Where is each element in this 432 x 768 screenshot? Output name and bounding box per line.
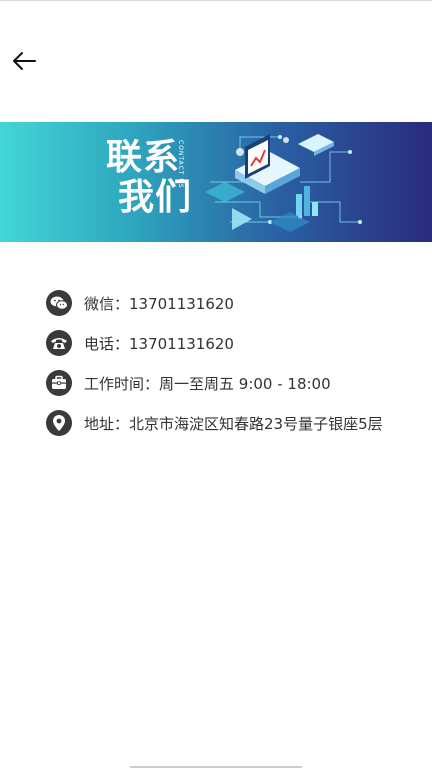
contact-info-list: 微信：13701131620 电话：13701131620 工作时间：周一至周五…	[46, 283, 426, 443]
contact-item-phone: 电话：13701131620	[46, 323, 426, 363]
phone-text: 电话：13701131620	[84, 334, 234, 353]
back-button[interactable]	[8, 45, 40, 77]
contact-item-hours: 工作时间：周一至周五 9:00 - 18:00	[46, 363, 426, 403]
arrow-left-icon	[13, 52, 36, 70]
wechat-icon	[46, 290, 72, 316]
banner-illustration	[205, 134, 362, 232]
hours-text: 工作时间：周一至周五 9:00 - 18:00	[84, 374, 331, 393]
address-text: 地址：北京市海淀区知春路23号量子银座5层	[84, 414, 383, 433]
banner-subtitle: CONTACT US	[177, 140, 184, 189]
contact-us-screen: 联系 我们 CONTACT US 微信：13701131620 电话：13701…	[0, 0, 432, 768]
contact-banner: 联系 我们 CONTACT US	[0, 122, 432, 242]
wechat-text: 微信：13701131620	[84, 294, 234, 313]
phone-icon	[46, 330, 72, 356]
banner-title-line1: 联系	[106, 137, 181, 178]
contact-item-address: 地址：北京市海淀区知春路23号量子银座5层	[46, 403, 426, 443]
location-pin-icon	[46, 410, 72, 436]
briefcase-icon	[46, 370, 72, 396]
contact-item-wechat: 微信：13701131620	[46, 283, 426, 323]
